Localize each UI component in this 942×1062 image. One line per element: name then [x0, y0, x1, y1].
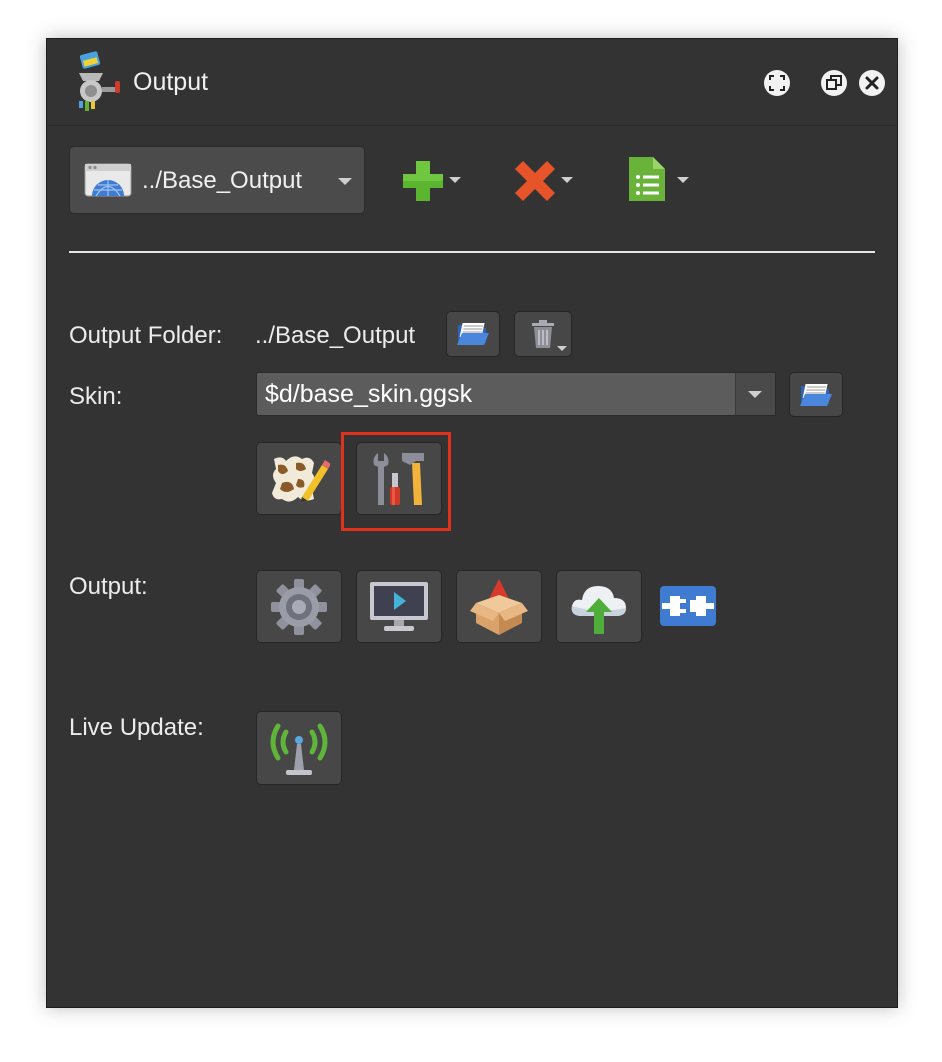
- app-logo-icon: [79, 51, 120, 111]
- open-skin-button[interactable]: [789, 372, 843, 417]
- output-preview-button[interactable]: [356, 570, 442, 643]
- output-label: Output:: [69, 573, 148, 600]
- output-select-label: ../Base_Output: [142, 167, 303, 194]
- delete-x-icon: [515, 161, 555, 201]
- open-output-folder-button[interactable]: [446, 311, 500, 357]
- gear-icon: [271, 578, 327, 635]
- cloud-upload-icon: [571, 585, 626, 634]
- output-folder-label: Output Folder:: [69, 322, 223, 349]
- skin-dropdown-button[interactable]: [735, 372, 776, 416]
- close-button[interactable]: [859, 70, 885, 96]
- live-update-button[interactable]: [256, 711, 342, 785]
- skin-value: $d/base_skin.ggsk: [265, 380, 473, 408]
- chevron-down-icon: [449, 177, 461, 183]
- plugin-icon: [660, 586, 716, 626]
- restore-button[interactable]: [821, 70, 847, 96]
- close-icon: [865, 76, 879, 90]
- open-folder-icon: [457, 323, 489, 345]
- window-title: Output: [133, 68, 209, 96]
- package-gnome-icon: [470, 578, 528, 635]
- chevron-down-icon: [561, 177, 573, 183]
- add-output-button[interactable]: [397, 151, 477, 211]
- fullscreen-button[interactable]: [764, 70, 790, 96]
- output-upload-button[interactable]: [556, 570, 642, 643]
- divider: [69, 251, 875, 253]
- open-folder-icon: [800, 383, 832, 406]
- output-select[interactable]: ../Base_Output: [69, 146, 365, 214]
- output-list-button[interactable]: [625, 151, 705, 211]
- skin-editor-icon: [272, 455, 330, 503]
- chevron-down-icon: [557, 346, 567, 351]
- skin-combobox[interactable]: $d/base_skin.ggsk: [256, 372, 776, 416]
- trash-icon: [532, 320, 554, 348]
- skin-editor-button[interactable]: [256, 442, 342, 515]
- output-package-button[interactable]: [456, 570, 542, 643]
- output-folder-value: ../Base_Output: [255, 322, 416, 349]
- browser-globe-icon: [84, 163, 132, 197]
- skin-label: Skin:: [69, 383, 123, 410]
- antenna-icon: [270, 723, 328, 775]
- selection-highlight: [341, 432, 451, 531]
- delete-folder-button[interactable]: [514, 311, 572, 357]
- monitor-play-icon: [370, 581, 428, 631]
- document-list-icon: [629, 157, 665, 201]
- live-update-label: Live Update:: [69, 714, 204, 741]
- plus-icon: [403, 161, 443, 201]
- chevron-down-icon: [748, 391, 762, 398]
- remove-output-button[interactable]: [509, 151, 589, 211]
- output-settings-button[interactable]: [256, 570, 342, 643]
- output-plugin-button[interactable]: [660, 584, 716, 628]
- fullscreen-icon: [769, 75, 785, 91]
- restore-icon: [826, 75, 842, 90]
- output-panel: Output ../Base_Output Output Folder: ../…: [46, 38, 898, 1008]
- chevron-down-icon: [677, 177, 689, 183]
- chevron-down-icon: [338, 178, 352, 185]
- title-bar: Output: [47, 39, 897, 126]
